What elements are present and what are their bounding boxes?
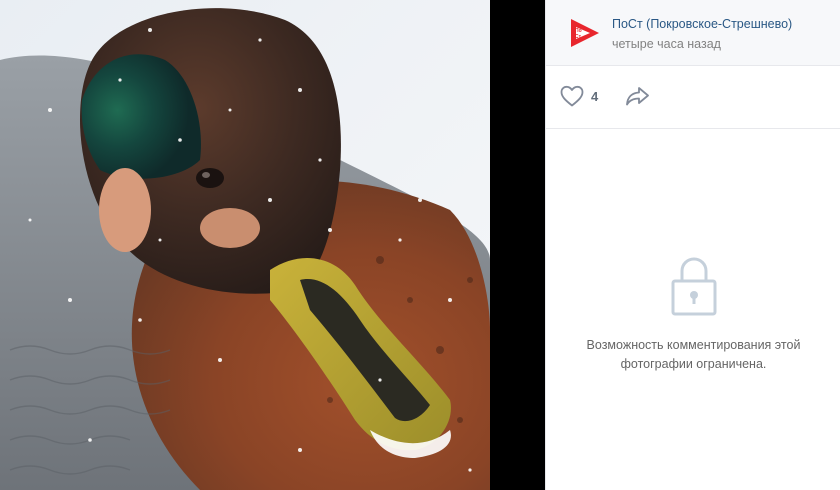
share-button[interactable] [624,84,652,108]
comments-locked-text: Возможность комментирования этой фотогра… [586,338,801,371]
like-button[interactable]: 4 [560,84,598,108]
comments-locked-notice: Возможность комментирования этой фотогра… [546,255,840,374]
like-count: 4 [591,88,599,104]
author-name-link[interactable]: ПоСт (Покровское-Стрешнево) [612,17,792,31]
post-logo-icon: По Ст [571,19,599,47]
duck-photo-image [0,0,490,490]
author-avatar[interactable]: По Ст [568,16,602,50]
photo-stage [0,0,544,490]
post-timestamp[interactable]: четыре часа назад [612,37,721,51]
share-arrow-icon [626,87,649,106]
author-header: По Ст ПоСт (Покровское-Стрешнево) четыре… [546,0,840,66]
duck-photo[interactable] [0,0,490,490]
photo-sidebar: По Ст ПоСт (Покровское-Стрешнево) четыре… [545,0,840,490]
lock-icon [671,257,716,316]
svg-text:Ст: Ст [575,34,582,40]
heart-icon [560,85,584,107]
photo-viewer: По Ст ПоСт (Покровское-Стрешнево) четыре… [0,0,840,490]
photo-actions-bar: 4 [546,66,840,129]
